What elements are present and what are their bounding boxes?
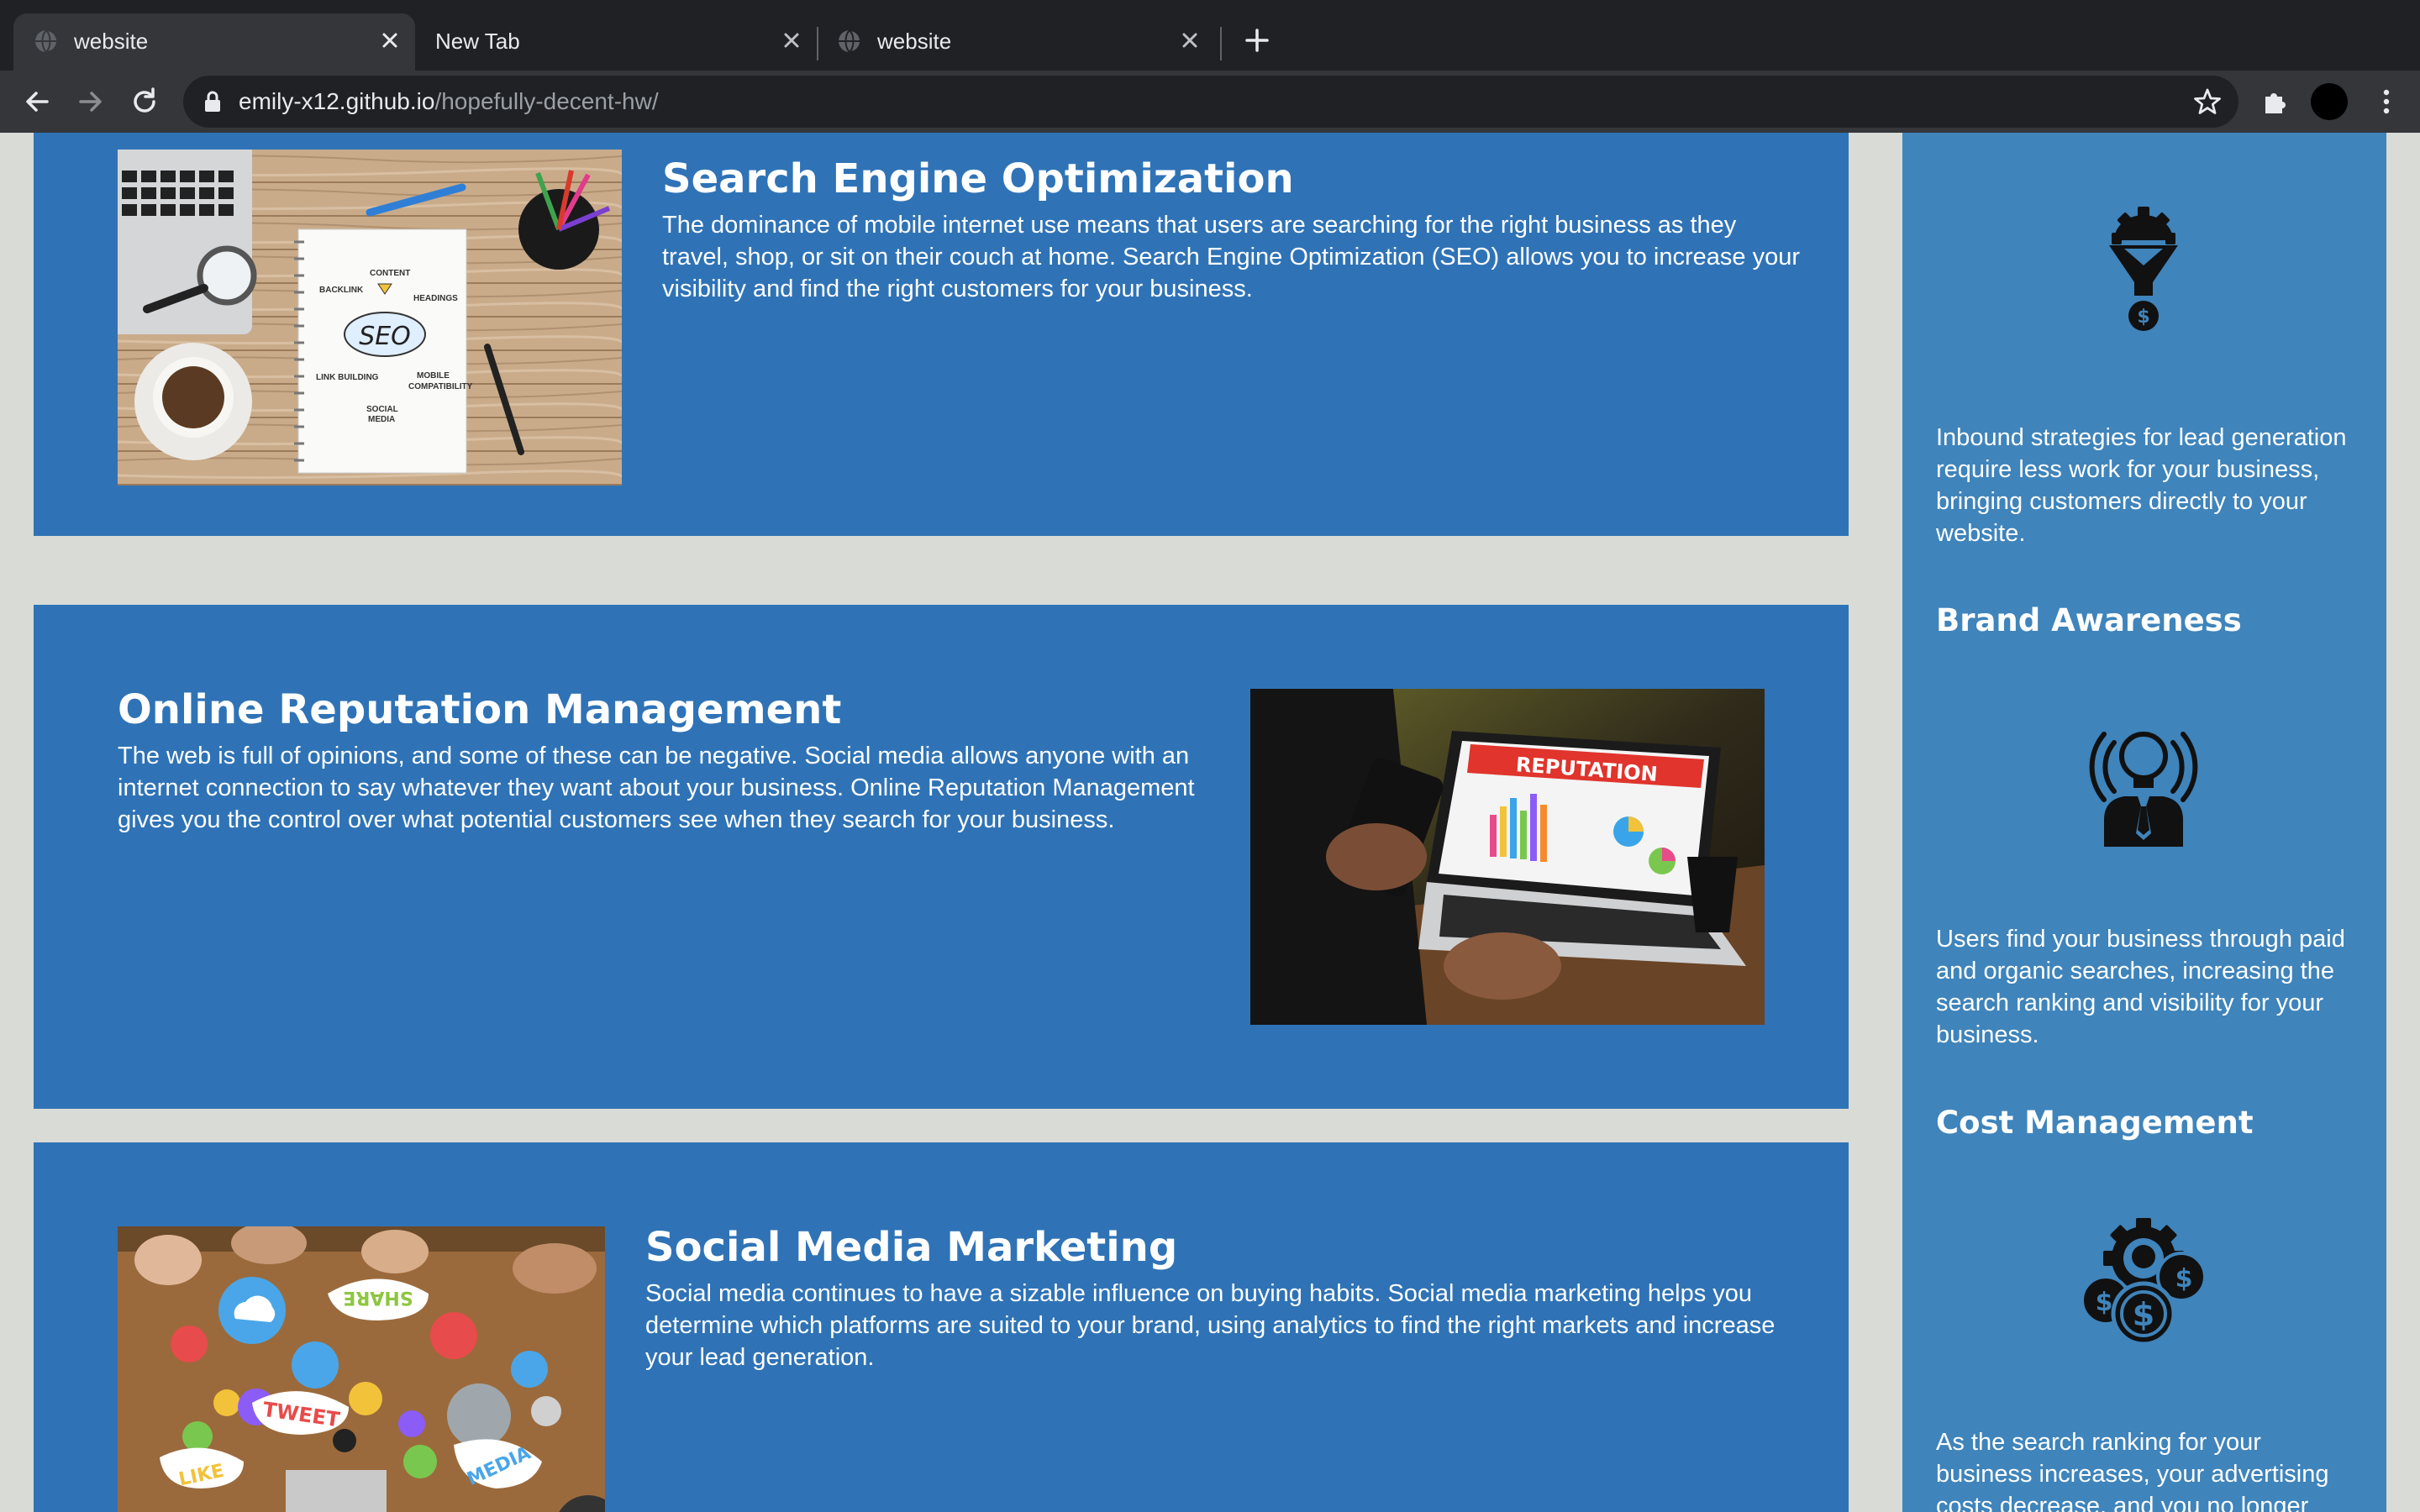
sidebar-text: Users find your business through paid an…: [1936, 926, 2345, 1048]
address-bar[interactable]: emily-x12.github.io/hopefully-decent-hw/: [183, 76, 2238, 128]
svg-text:$: $: [2096, 1288, 2113, 1317]
browser-tab-strip: website New Tab website: [0, 0, 2420, 71]
image-label: CONTENT: [370, 269, 410, 278]
image-label: BACKLINK: [319, 286, 364, 295]
globe-icon: [839, 29, 861, 53]
section-title: Search Engine Optimization: [662, 155, 1294, 202]
url-host: emily-x12.github.io: [239, 88, 435, 114]
sidebar-text: Inbound strategies for lead generation r…: [1936, 424, 2347, 547]
tab-title: New Tab: [435, 29, 520, 54]
funnel-gear-dollar-icon: $: [2109, 207, 2178, 331]
section-text: The web is full of opinions, and some of…: [118, 743, 1195, 833]
url-text[interactable]: emily-x12.github.io/hopefully-decent-hw/: [239, 87, 659, 116]
gear-coins-icon: $ $ $: [2081, 1218, 2207, 1347]
section-title: Social Media Marketing: [645, 1224, 1178, 1271]
section-social-media: SHARE TWEET LIKE MEDIA Social Media Mark…: [34, 1142, 1849, 1512]
benefits-sidebar: $ Inbound strategies for lead generation…: [1902, 133, 2386, 1512]
tab-website-active[interactable]: website: [13, 13, 415, 71]
close-tab-icon[interactable]: [375, 25, 405, 55]
bubble-share: SHARE: [343, 1287, 413, 1308]
seo-word: SEO: [359, 322, 411, 351]
lightbulb-person-icon: [2089, 732, 2198, 847]
section-text: Social media continues to have a sizable…: [645, 1280, 1776, 1371]
tab-title: website: [877, 29, 952, 54]
image-label: SOCIAL: [366, 405, 398, 414]
svg-text:$: $: [2137, 307, 2149, 328]
section-text: The dominance of mobile internet use mea…: [662, 212, 1800, 302]
sidebar-heading: Brand Awareness: [1936, 602, 2242, 638]
tab-title: website: [74, 29, 149, 54]
back-arrow-icon[interactable]: [20, 85, 54, 118]
reputation-image: REPUTATION: [1250, 689, 1765, 1025]
extensions-puzzle-icon[interactable]: [2259, 85, 2292, 118]
section-reputation: Online Reputation Management The web is …: [34, 605, 1849, 1109]
close-tab-icon[interactable]: [1175, 25, 1205, 55]
page-viewport[interactable]: SEO CONTENT BACKLINK HEADINGS LINK BUILD…: [0, 133, 2420, 1512]
svg-text:$: $: [2133, 1296, 2154, 1333]
image-label: HEADINGS: [413, 294, 458, 303]
image-label: MEDIA: [368, 415, 395, 424]
image-label: COMPATIBILITY: [408, 382, 473, 391]
tab-separator: [817, 27, 818, 60]
sidebar-heading: Cost Management: [1936, 1105, 2254, 1141]
globe-icon: [35, 29, 58, 53]
bookmark-star-icon[interactable]: [2193, 87, 2222, 116]
section-title: Online Reputation Management: [118, 686, 842, 733]
image-label: LINK BUILDING: [316, 373, 379, 382]
image-label: MOBILE: [417, 371, 450, 381]
forward-arrow-icon[interactable]: [74, 85, 108, 118]
tab-separator: [1220, 27, 1222, 60]
lock-icon[interactable]: [200, 89, 225, 114]
profile-avatar[interactable]: [2311, 83, 2348, 120]
tab-new-tab[interactable]: New Tab: [415, 13, 813, 71]
close-tab-icon[interactable]: [776, 25, 807, 55]
more-menu-icon[interactable]: [2370, 85, 2403, 118]
sidebar-text: As the search ranking for your business …: [1936, 1429, 2329, 1512]
browser-toolbar: emily-x12.github.io/hopefully-decent-hw/: [0, 71, 2420, 133]
tab-website[interactable]: website: [820, 13, 1218, 71]
social-media-image: SHARE TWEET LIKE MEDIA: [118, 1226, 605, 1512]
section-seo: SEO CONTENT BACKLINK HEADINGS LINK BUILD…: [34, 133, 1849, 536]
svg-text:$: $: [2175, 1264, 2193, 1294]
seo-image: SEO CONTENT BACKLINK HEADINGS LINK BUILD…: [118, 150, 622, 486]
new-tab-plus-icon[interactable]: [1240, 24, 1274, 57]
url-path: /hopefully-decent-hw/: [434, 88, 659, 114]
reload-icon[interactable]: [128, 85, 161, 118]
